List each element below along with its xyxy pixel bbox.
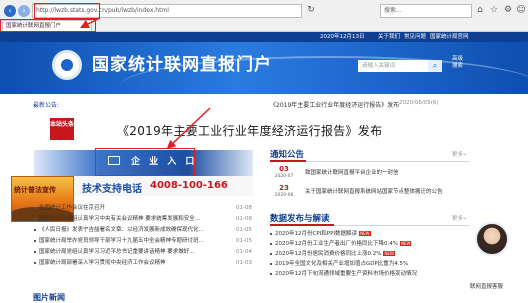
headline-title[interactable]: 《2019年主要工业行业年度经济运行报告》发布 <box>117 122 382 139</box>
search-icon[interactable]: ⌕ <box>428 60 442 72</box>
legal-promo-text: 统计普法宣传 <box>14 186 56 194</box>
list-item[interactable]: 国家统计局党组认真学习习近平总书记重要讲话精神 要求做好... 01-04 <box>34 247 252 257</box>
site-search-input[interactable]: 请输入关键词 <box>358 60 428 72</box>
site-topbar: 2020年12月13日 关于我们 常见问题 国家统计局官网 <box>0 32 528 42</box>
list-item[interactable]: 国家统计局举办党员领导干部学习十九届五中全会精神专题研讨班... 01-05 <box>34 236 252 246</box>
announcement-item[interactable]: 致国家统计联网直报平台企业的一封信 <box>305 168 399 176</box>
new-badge: NEW <box>359 231 371 236</box>
topbar-link-about[interactable]: 关于我们 <box>378 32 400 42</box>
data-release-more-link[interactable]: 更多» <box>452 214 466 222</box>
list-item[interactable]: 2020年12月份CPI和PPI数据解读 NEW <box>270 229 470 239</box>
tab-highlight <box>0 19 96 32</box>
picture-news-title[interactable]: 图片新闻 <box>33 292 65 303</box>
customer-service-avatar[interactable] <box>475 222 509 256</box>
announcement-date: 03 2020-07 <box>274 165 294 179</box>
list-item[interactable]: 2020年12月下旬流通领域重要生产资料市场价格变动情况 <box>270 269 470 279</box>
list-item[interactable]: 国家统计局部署深入学习贯彻中央经济工作会议精神 01-03 <box>34 258 252 268</box>
entry-highlight <box>95 148 195 176</box>
list-item[interactable]: 全国统计工作会议在京召开 01-08 <box>34 203 252 213</box>
new-badge: NEW <box>399 241 412 246</box>
smiley-icon[interactable]: ☺ <box>515 4 527 16</box>
notice-label: 最新公告: <box>33 102 60 109</box>
address-highlight <box>34 3 100 19</box>
topbar-link-faq[interactable]: 常见问题 <box>404 32 426 42</box>
forward-icon[interactable]: › <box>18 5 30 17</box>
data-release-underline <box>270 224 334 226</box>
nbs-logo <box>52 50 82 80</box>
customer-service-label[interactable]: 联网直报客服 <box>470 282 503 290</box>
list-item[interactable]: 2020年12月份工业生产者出厂价格同比下降0.4% NEW <box>270 239 470 249</box>
refresh-icon[interactable]: ↻ <box>305 4 317 16</box>
notice-text[interactable]: 《2019年主要工业行业年度经济运行报告》发布 <box>270 100 399 109</box>
advanced-search-link[interactable]: 高级搜索 <box>452 56 468 70</box>
topbar-date: 2020年12月13日 <box>320 34 365 40</box>
site-title: 国家统计联网直报门户 <box>92 55 272 75</box>
list-item[interactable]: 国家统计局党组认真学习中央有关会议精神 要求统筹发展和安全... 01-08 <box>34 214 252 224</box>
announcements-more-link[interactable]: 更多» <box>452 150 466 158</box>
back-icon[interactable]: ‹ <box>4 5 16 17</box>
settings-icon[interactable]: ⚙ <box>502 4 514 16</box>
favorites-icon[interactable]: ☆ <box>488 4 500 16</box>
announcements-underline <box>270 160 306 162</box>
announcement-date: 23 2020-06 <box>274 184 294 198</box>
list-item[interactable]: 2019年全国文化及相关产业增加值占GDP比重为4.5% <box>270 259 470 269</box>
topbar-link-nbs[interactable]: 国家统计局官网 <box>430 32 469 42</box>
support-label: 技术支持电话 <box>82 184 142 195</box>
browser-search-input[interactable]: 搜索... <box>380 4 472 18</box>
list-item[interactable]: 《人民日报》发表宁吉喆署名文章：以经济发展新成效确保现代化... 01-05 <box>34 225 252 235</box>
notice-date: 2020/06/05(6) <box>399 100 439 106</box>
announcements-title[interactable]: 通知公告 <box>270 148 304 160</box>
home-icon[interactable]: ⌂ <box>474 4 486 16</box>
headline-tag: 本站头条 <box>50 118 74 140</box>
announcement-item[interactable]: 关于国家统计联网直报系统网站国家节点整体搬迁的公告 <box>305 187 443 195</box>
support-phone: 4008-100-166 <box>150 180 228 191</box>
new-badge: NEW <box>383 251 395 256</box>
list-item[interactable]: 2020年12月份居民消费价格同比上涨0.2% NEW <box>270 249 470 259</box>
data-release-title[interactable]: 数据发布与解读 <box>270 212 330 224</box>
